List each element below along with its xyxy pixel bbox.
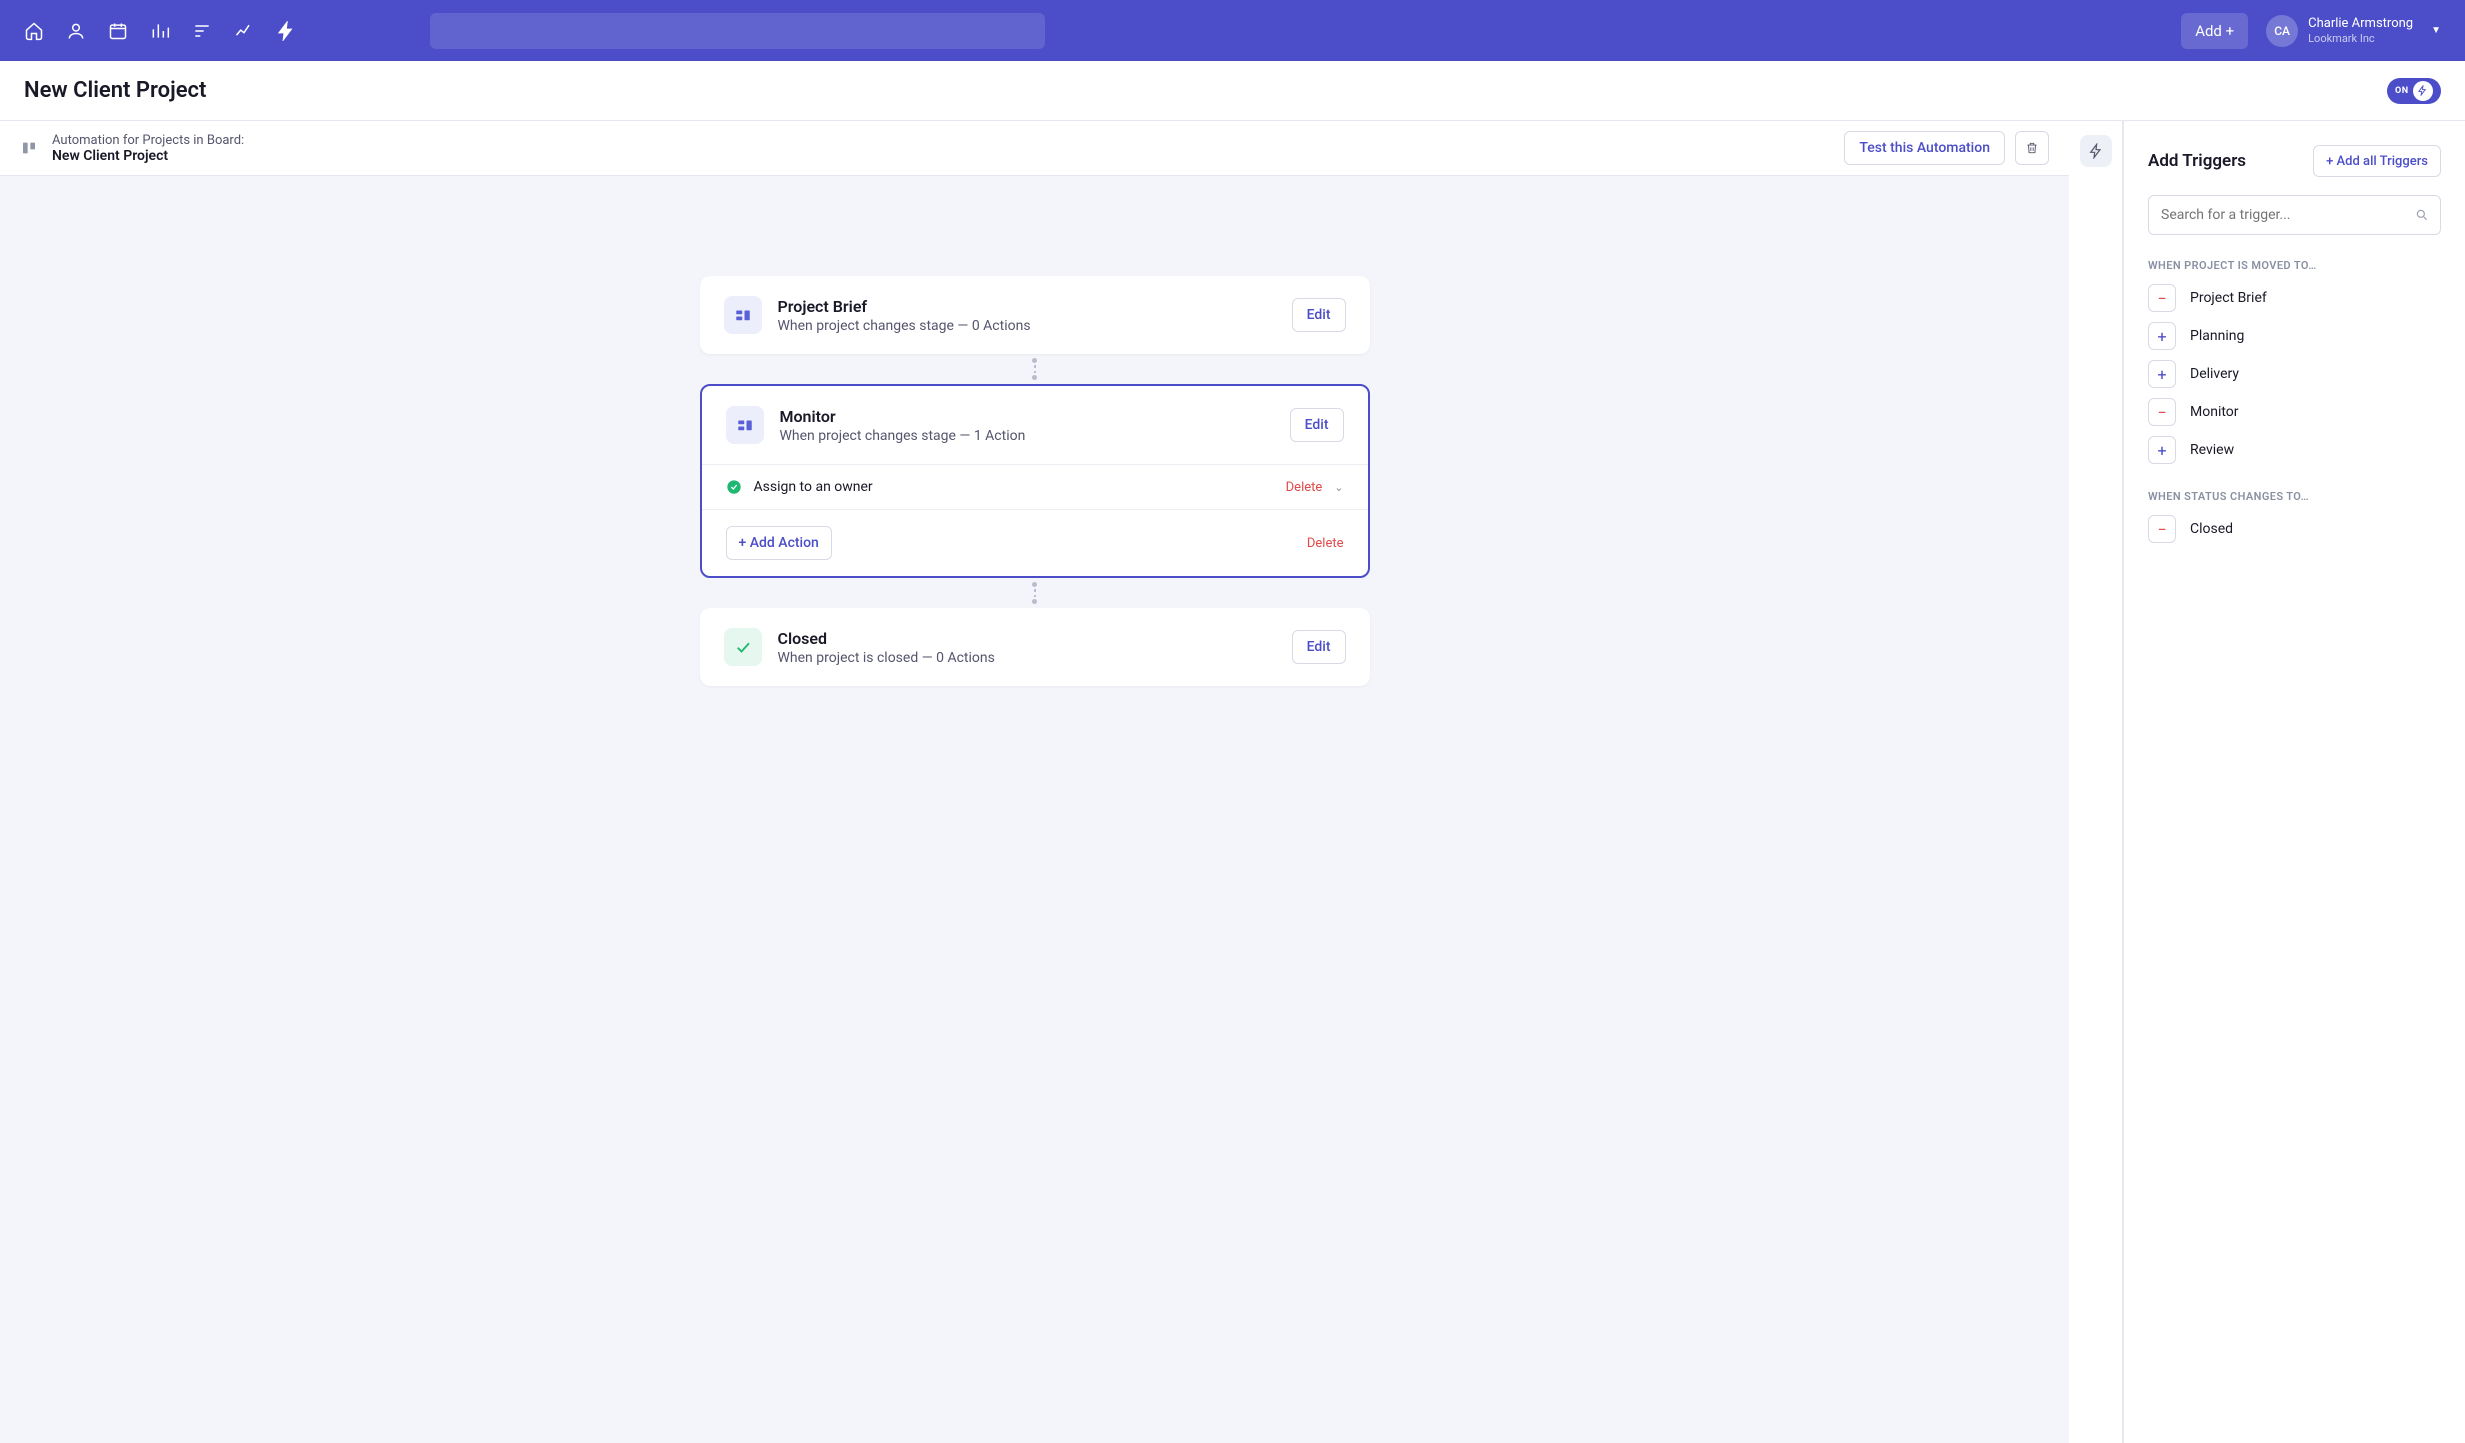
card-footer: + Add Action Delete bbox=[702, 509, 1368, 576]
trigger-section-label: When project is moved to… bbox=[2148, 259, 2441, 272]
toggle-label: ON bbox=[2395, 86, 2409, 96]
main: Automation for Projects in Board: New Cl… bbox=[0, 121, 2465, 1443]
card-head: Closed When project is closed — 0 Action… bbox=[700, 608, 1370, 686]
trigger-name: Delivery bbox=[2190, 366, 2239, 382]
test-automation-button[interactable]: Test this Automation bbox=[1844, 131, 2005, 165]
automation-toggle[interactable]: ON bbox=[2387, 78, 2441, 104]
canvas-header-line2: New Client Project bbox=[52, 148, 244, 164]
edit-button[interactable]: Edit bbox=[1292, 630, 1346, 664]
flow: Project Brief When project changes stage… bbox=[700, 276, 1370, 686]
trigger-name: Project Brief bbox=[2190, 290, 2267, 306]
canvas: Automation for Projects in Board: New Cl… bbox=[0, 121, 2069, 1443]
action-row[interactable]: Assign to an owner Delete ⌄ bbox=[702, 464, 1368, 509]
card-title: Monitor bbox=[780, 407, 1274, 426]
card-head: Monitor When project changes stage — 1 A… bbox=[702, 386, 1368, 464]
trigger-item[interactable]: + Planning bbox=[2148, 322, 2441, 350]
page-header-right: ON bbox=[2387, 78, 2441, 104]
trigger-name: Monitor bbox=[2190, 404, 2239, 420]
stage-card-monitor[interactable]: Monitor When project changes stage — 1 A… bbox=[700, 384, 1370, 578]
card-titles: Project Brief When project changes stage… bbox=[778, 297, 1276, 334]
trigger-item[interactable]: + Review bbox=[2148, 436, 2441, 464]
card-titles: Closed When project is closed — 0 Action… bbox=[778, 629, 1276, 666]
canvas-header-actions: Test this Automation bbox=[1844, 131, 2049, 165]
right-rail bbox=[2069, 121, 2123, 1443]
plus-icon[interactable]: + bbox=[2148, 322, 2176, 350]
bolt-icon[interactable] bbox=[276, 21, 296, 41]
connector bbox=[700, 354, 1370, 384]
bolt-icon[interactable] bbox=[2080, 135, 2112, 167]
trigger-search[interactable] bbox=[2148, 195, 2441, 235]
trigger-section-label: When status changes to… bbox=[2148, 490, 2441, 503]
canvas-header: Automation for Projects in Board: New Cl… bbox=[0, 121, 2069, 176]
trigger-item[interactable]: − Project Brief bbox=[2148, 284, 2441, 312]
trigger-list-moved: − Project Brief + Planning + Delivery − … bbox=[2148, 284, 2441, 464]
canvas-header-line1: Automation for Projects in Board: bbox=[52, 133, 244, 148]
card-head: Project Brief When project changes stage… bbox=[700, 276, 1370, 354]
trigger-name: Review bbox=[2190, 442, 2234, 458]
search-icon bbox=[2415, 207, 2429, 226]
plus-icon[interactable]: + bbox=[2148, 360, 2176, 388]
calendar-icon[interactable] bbox=[108, 21, 128, 41]
add-action-button[interactable]: + Add Action bbox=[726, 526, 832, 560]
delete-automation-button[interactable] bbox=[2015, 131, 2049, 165]
list-icon[interactable] bbox=[192, 21, 212, 41]
panel-title: Add Triggers bbox=[2148, 151, 2246, 171]
chevron-down-icon[interactable]: ⌄ bbox=[1334, 481, 1343, 494]
minus-icon[interactable]: − bbox=[2148, 515, 2176, 543]
card-subtitle: When project changes stage — 0 Actions bbox=[778, 318, 1276, 334]
board-icon bbox=[20, 140, 38, 156]
page-header: New Client Project ON bbox=[0, 61, 2465, 121]
panel-head: Add Triggers + Add all Triggers bbox=[2148, 145, 2441, 177]
stage-delete[interactable]: Delete bbox=[1307, 536, 1344, 551]
user-text: Charlie Armstrong Lookmark Inc bbox=[2308, 16, 2413, 45]
bars-icon[interactable] bbox=[150, 21, 170, 41]
nav-right: Add + CA Charlie Armstrong Lookmark Inc … bbox=[2181, 13, 2441, 49]
canvas-header-text: Automation for Projects in Board: New Cl… bbox=[52, 133, 244, 164]
nav-icons bbox=[24, 21, 296, 41]
trigger-search-input[interactable] bbox=[2148, 195, 2441, 235]
edit-button[interactable]: Edit bbox=[1292, 298, 1346, 332]
user-menu[interactable]: CA Charlie Armstrong Lookmark Inc ▼ bbox=[2266, 15, 2441, 47]
action-delete[interactable]: Delete bbox=[1286, 480, 1323, 495]
trend-icon[interactable] bbox=[234, 21, 254, 41]
card-titles: Monitor When project changes stage — 1 A… bbox=[780, 407, 1274, 444]
page-title: New Client Project bbox=[24, 78, 206, 103]
trigger-item[interactable]: − Closed bbox=[2148, 515, 2441, 543]
plus-icon[interactable]: + bbox=[2148, 436, 2176, 464]
minus-icon[interactable]: − bbox=[2148, 284, 2176, 312]
action-label: Assign to an owner bbox=[754, 479, 1274, 495]
person-icon[interactable] bbox=[66, 21, 86, 41]
chevron-down-icon: ▼ bbox=[2431, 25, 2441, 36]
trigger-list-status: − Closed bbox=[2148, 515, 2441, 543]
trigger-item[interactable]: − Monitor bbox=[2148, 398, 2441, 426]
toggle-knob bbox=[2413, 81, 2433, 101]
connector bbox=[700, 578, 1370, 608]
edit-button[interactable]: Edit bbox=[1290, 408, 1344, 442]
user-org: Lookmark Inc bbox=[2308, 32, 2413, 45]
add-button[interactable]: Add + bbox=[2181, 13, 2248, 49]
stage-card-brief[interactable]: Project Brief When project changes stage… bbox=[700, 276, 1370, 354]
trigger-item[interactable]: + Delivery bbox=[2148, 360, 2441, 388]
board-icon bbox=[726, 406, 764, 444]
minus-icon[interactable]: − bbox=[2148, 398, 2176, 426]
trigger-name: Closed bbox=[2190, 521, 2233, 537]
triggers-panel: Add Triggers + Add all Triggers When pro… bbox=[2123, 121, 2465, 1443]
card-title: Project Brief bbox=[778, 297, 1276, 316]
stage-card-closed[interactable]: Closed When project is closed — 0 Action… bbox=[700, 608, 1370, 686]
check-circle-icon bbox=[726, 479, 742, 495]
avatar: CA bbox=[2266, 15, 2298, 47]
home-icon[interactable] bbox=[24, 21, 44, 41]
check-icon bbox=[724, 628, 762, 666]
search-input[interactable] bbox=[430, 13, 1045, 49]
card-subtitle: When project is closed — 0 Actions bbox=[778, 650, 1276, 666]
card-title: Closed bbox=[778, 629, 1276, 648]
board-icon bbox=[724, 296, 762, 334]
card-subtitle: When project changes stage — 1 Action bbox=[780, 428, 1274, 444]
add-all-triggers-button[interactable]: + Add all Triggers bbox=[2313, 145, 2441, 177]
trigger-name: Planning bbox=[2190, 328, 2244, 344]
user-name: Charlie Armstrong bbox=[2308, 16, 2413, 32]
global-search[interactable] bbox=[430, 13, 1045, 49]
top-nav: Add + CA Charlie Armstrong Lookmark Inc … bbox=[0, 0, 2465, 61]
